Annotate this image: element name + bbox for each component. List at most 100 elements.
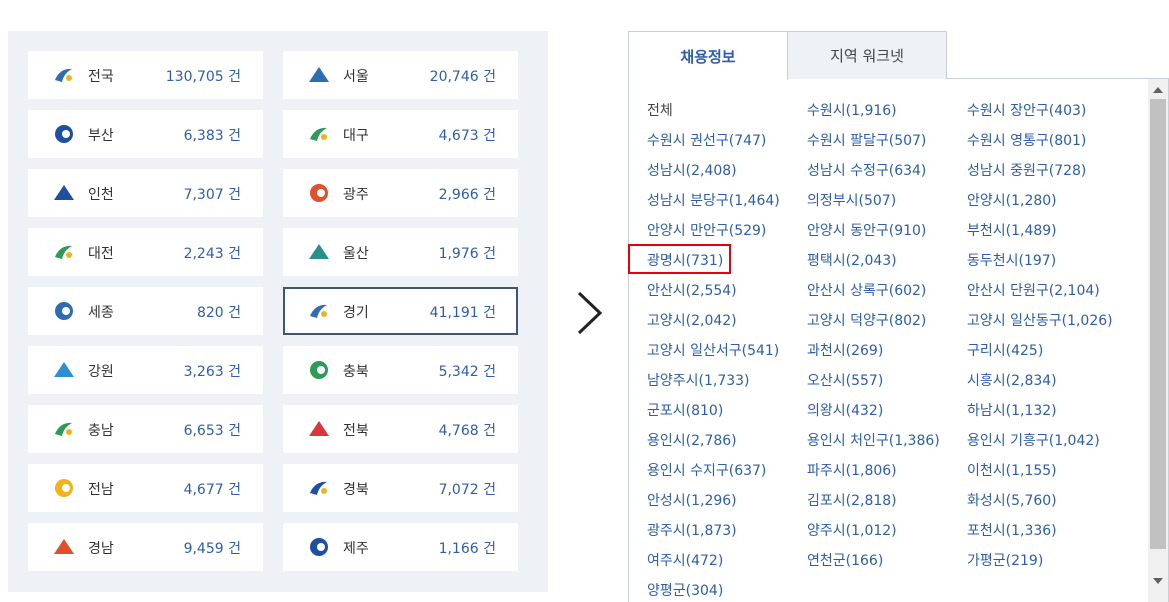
region-card[interactable]: 서울 20,746 건 bbox=[283, 51, 518, 99]
region-card[interactable]: 부산 6,383 건 bbox=[28, 110, 263, 158]
district-item[interactable]: 수원시 영통구(801) bbox=[967, 126, 1147, 156]
district-item[interactable]: 남양주시(1,733) bbox=[647, 366, 807, 396]
district-item[interactable]: 양평군(304) bbox=[647, 576, 807, 602]
district-item[interactable]: 용인시 수지구(637) bbox=[647, 456, 807, 486]
district-item[interactable]: 군포시(810) bbox=[647, 396, 807, 426]
region-card[interactable]: 충북 5,342 건 bbox=[283, 346, 518, 394]
gangwon-emblem-icon bbox=[54, 362, 74, 377]
district-item[interactable]: 안산시 단원구(2,104) bbox=[967, 276, 1147, 306]
district-item[interactable]: 오산시(557) bbox=[807, 366, 967, 396]
district-item[interactable]: 성남시 수정구(634) bbox=[807, 156, 967, 186]
district-item[interactable]: 동두천시(197) bbox=[967, 246, 1147, 276]
region-count: 5,342 건 bbox=[438, 364, 496, 380]
region-count: 3,263 건 bbox=[183, 364, 241, 380]
district-item[interactable]: 용인시(2,786) bbox=[647, 426, 807, 456]
district-item[interactable]: 수원시 권선구(747) bbox=[647, 126, 807, 156]
region-name: 전북 bbox=[343, 423, 369, 439]
region-card[interactable]: 충남 6,653 건 bbox=[28, 405, 263, 453]
region-card[interactable]: 경북 7,072 건 bbox=[283, 464, 518, 512]
region-count: 2,243 건 bbox=[183, 246, 241, 262]
region-card[interactable]: 광주 2,966 건 bbox=[283, 169, 518, 217]
region-card[interactable]: 대구 4,673 건 bbox=[283, 110, 518, 158]
jeonnam-emblem-icon bbox=[55, 479, 73, 497]
tab-regional-worknet[interactable]: 지역 워크넷 bbox=[787, 31, 947, 80]
district-item[interactable]: 용인시 기흥구(1,042) bbox=[967, 426, 1147, 456]
district-item[interactable]: 포천시(1,336) bbox=[967, 516, 1147, 546]
region-card[interactable]: 경기 41,191 건 bbox=[283, 287, 518, 335]
district-item[interactable]: 성남시(2,408) bbox=[647, 156, 807, 186]
district-item[interactable]: 안산시 상록구(602) bbox=[807, 276, 967, 306]
nation-emblem-icon bbox=[55, 68, 72, 82]
district-item[interactable]: 안양시(1,280) bbox=[967, 186, 1147, 216]
district-panel: 채용정보 지역 워크넷 전체 수원시(1,916) 수원시 장안구(403) 수원시 … bbox=[628, 31, 1169, 602]
district-item[interactable]: 고양시(2,042) bbox=[647, 306, 807, 336]
district-item[interactable]: 고양시 일산동구(1,026) bbox=[967, 306, 1147, 336]
tab-bar: 채용정보 지역 워크넷 bbox=[628, 31, 1169, 80]
seoul-emblem-icon bbox=[309, 67, 329, 82]
scroll-down-icon[interactable] bbox=[1148, 572, 1168, 589]
district-item[interactable]: 수원시 장안구(403) bbox=[967, 96, 1147, 126]
region-name: 울산 bbox=[343, 246, 369, 262]
district-item[interactable]: 의왕시(432) bbox=[807, 396, 967, 426]
district-item[interactable]: 하남시(1,132) bbox=[967, 396, 1147, 426]
gyeongbuk-emblem-icon bbox=[310, 481, 327, 495]
region-card[interactable]: 전남 4,677 건 bbox=[28, 464, 263, 512]
region-count: 2,966 건 bbox=[438, 187, 496, 203]
district-item[interactable]: 시흥시(2,834) bbox=[967, 366, 1147, 396]
district-item[interactable]: 수원시(1,916) bbox=[807, 96, 967, 126]
district-item[interactable]: 파주시(1,806) bbox=[807, 456, 967, 486]
region-panel: 전국 130,705 건 서울 20,746 건부산 6,383 건 대구 4,673 건인… bbox=[8, 31, 548, 592]
district-item[interactable]: 여주시(472) bbox=[647, 546, 807, 576]
district-item[interactable]: 고양시 일산서구(541) bbox=[647, 336, 807, 366]
district-item[interactable]: 안산시(2,554) bbox=[647, 276, 807, 306]
district-item[interactable]: 광명시(731) bbox=[647, 246, 807, 276]
district-item[interactable]: 김포시(2,818) bbox=[807, 486, 967, 516]
region-card[interactable]: 제주 1,166 건 bbox=[283, 523, 518, 571]
region-card[interactable]: 대전 2,243 건 bbox=[28, 228, 263, 276]
district-item[interactable]: 과천시(269) bbox=[807, 336, 967, 366]
region-name: 대구 bbox=[343, 128, 369, 144]
district-item[interactable]: 부천시(1,489) bbox=[967, 216, 1147, 246]
district-item[interactable]: 고양시 덕양구(802) bbox=[807, 306, 967, 336]
district-item[interactable]: 이천시(1,155) bbox=[967, 456, 1147, 486]
region-card[interactable]: 전북 4,768 건 bbox=[283, 405, 518, 453]
scroll-up-icon[interactable] bbox=[1148, 81, 1168, 98]
district-all[interactable]: 전체 bbox=[647, 96, 807, 126]
scrollbar-thumb[interactable] bbox=[1150, 99, 1166, 549]
region-card[interactable]: 경남 9,459 건 bbox=[28, 523, 263, 571]
tab-job-info[interactable]: 채용정보 bbox=[628, 31, 788, 80]
district-item[interactable]: 성남시 분당구(1,464) bbox=[647, 186, 807, 216]
district-item[interactable]: 화성시(5,760) bbox=[967, 486, 1147, 516]
region-count: 7,072 건 bbox=[438, 482, 496, 498]
region-name: 경기 bbox=[343, 305, 369, 321]
region-card[interactable]: 인천 7,307 건 bbox=[28, 169, 263, 217]
region-card[interactable]: 세종 820 건 bbox=[28, 287, 263, 335]
district-item[interactable]: 평택시(2,043) bbox=[807, 246, 967, 276]
daejeon-emblem-icon bbox=[55, 245, 72, 259]
region-name: 전국 bbox=[88, 69, 114, 85]
region-card[interactable]: 울산 1,976 건 bbox=[283, 228, 518, 276]
district-item[interactable]: 용인시 처인구(1,386) bbox=[807, 426, 967, 456]
district-item[interactable]: 안양시 만안구(529) bbox=[647, 216, 807, 246]
district-item[interactable]: 안성시(1,296) bbox=[647, 486, 807, 516]
region-name: 충남 bbox=[88, 423, 114, 439]
region-card[interactable]: 전국 130,705 건 bbox=[28, 51, 263, 99]
district-list-container[interactable]: 전체 수원시(1,916) 수원시 장안구(403) 수원시 권선구(747) 수원시 … bbox=[628, 79, 1169, 602]
district-item[interactable]: 광주시(1,873) bbox=[647, 516, 807, 546]
jeonbuk-emblem-icon bbox=[309, 421, 329, 436]
district-item[interactable]: 성남시 중원구(728) bbox=[967, 156, 1147, 186]
sejong-emblem-icon bbox=[55, 302, 73, 320]
district-item[interactable]: 가평군(219) bbox=[967, 546, 1147, 576]
district-item[interactable]: 구리시(425) bbox=[967, 336, 1147, 366]
region-name: 세종 bbox=[88, 305, 114, 321]
district-item[interactable]: 의정부시(507) bbox=[807, 186, 967, 216]
ulsan-emblem-icon bbox=[309, 244, 329, 259]
region-name: 전남 bbox=[88, 482, 114, 498]
scrollbar[interactable] bbox=[1148, 79, 1168, 602]
jeju-emblem-icon bbox=[310, 538, 328, 556]
district-item[interactable]: 수원시 팔달구(507) bbox=[807, 126, 967, 156]
region-card[interactable]: 강원 3,263 건 bbox=[28, 346, 263, 394]
district-item[interactable]: 안양시 동안구(910) bbox=[807, 216, 967, 246]
district-item[interactable]: 양주시(1,012) bbox=[807, 516, 967, 546]
district-item[interactable]: 연천군(166) bbox=[807, 546, 967, 576]
